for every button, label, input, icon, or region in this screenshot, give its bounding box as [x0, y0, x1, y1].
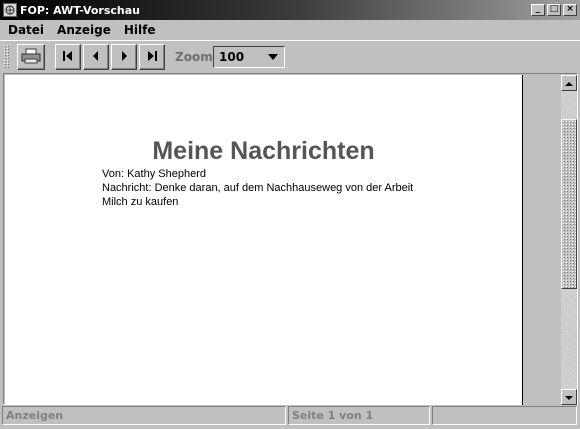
print-icon: [21, 48, 41, 67]
toolbar-grip-handle[interactable]: [3, 44, 9, 69]
window-title: FOP: AWT-Vorschau: [20, 3, 141, 17]
last-page-button[interactable]: [139, 44, 165, 70]
zoom-label: Zoom: [175, 50, 213, 64]
prev-page-button[interactable]: [83, 44, 109, 70]
next-page-icon: [118, 50, 130, 65]
menu-anzeige[interactable]: Anzeige: [49, 23, 116, 37]
document-page: Meine Nachrichten Von: Kathy Shepherd Na…: [5, 75, 523, 405]
status-page: Seite 1 von 1: [288, 406, 430, 425]
status-extra: [432, 406, 577, 425]
first-page-icon: [62, 50, 74, 65]
chevron-down-icon: [268, 54, 278, 60]
menu-hilfe[interactable]: Hilfe: [116, 23, 161, 37]
close-button[interactable]: ×: [563, 4, 577, 16]
arrow-up-icon: [565, 76, 573, 90]
first-page-button[interactable]: [55, 44, 81, 70]
last-page-icon: [146, 50, 158, 65]
arrow-down-icon: [565, 390, 573, 404]
maximize-button[interactable]: □: [547, 4, 561, 16]
status-bar: Anzeigen Seite 1 von 1: [0, 406, 580, 426]
document-line: Nachricht: Denke daran, auf dem Nachhaus…: [102, 182, 414, 194]
minimize-button[interactable]: _: [531, 4, 545, 16]
next-page-button[interactable]: [111, 44, 137, 70]
status-mode: Anzeigen: [2, 406, 286, 425]
scroll-up-button[interactable]: [561, 75, 577, 91]
zoom-select[interactable]: 100: [213, 46, 285, 68]
menu-bar: Datei Anzeige Hilfe: [0, 20, 580, 40]
app-icon: [3, 3, 17, 17]
vertical-scrollbar: [523, 75, 577, 405]
prev-page-icon: [90, 50, 102, 65]
scroll-thumb[interactable]: [561, 119, 577, 289]
menu-datei[interactable]: Datei: [0, 23, 49, 37]
title-bar[interactable]: FOP: AWT-Vorschau _ □ ×: [0, 0, 580, 20]
toolbar: Zoom 100: [0, 40, 580, 72]
document-line: Von: Kathy Shepherd: [102, 168, 206, 180]
scroll-down-button[interactable]: [561, 389, 577, 405]
document-heading: Meine Nachrichten: [152, 137, 375, 165]
print-button[interactable]: [17, 44, 45, 70]
zoom-value: 100: [219, 50, 245, 64]
document-line: Milch zu kaufen: [102, 196, 179, 208]
